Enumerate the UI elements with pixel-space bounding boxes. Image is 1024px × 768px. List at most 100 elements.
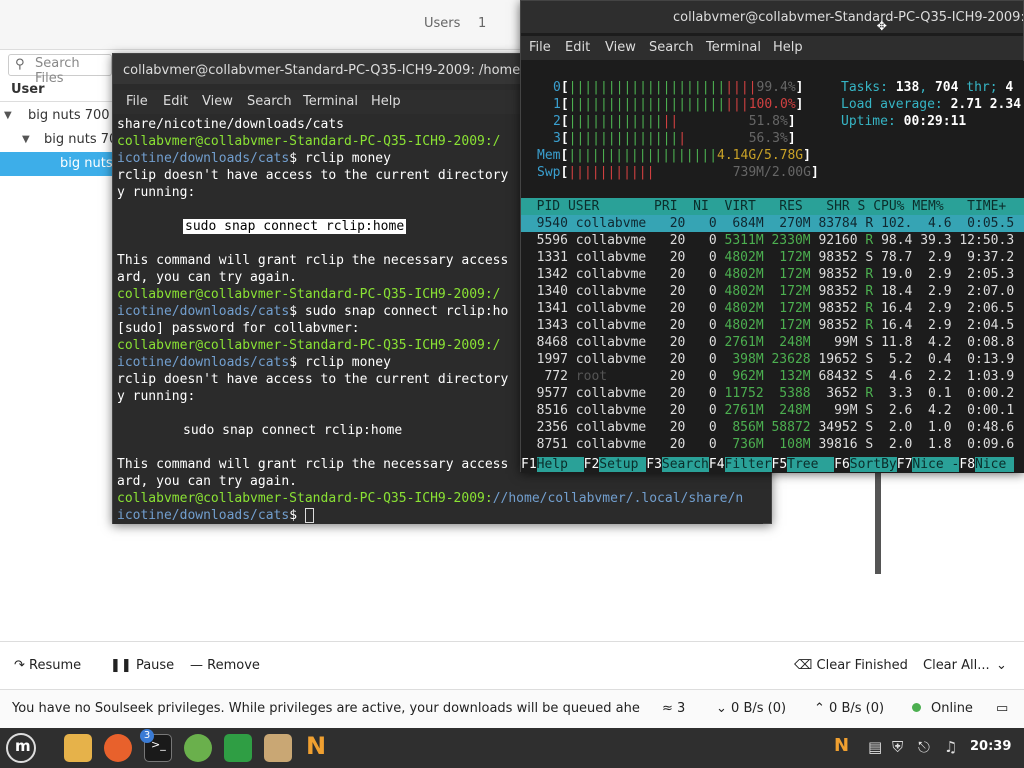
tree-item-folder[interactable]: ▼ big nuts 70 bbox=[0, 128, 112, 152]
tree-item-selected[interactable]: big nuts bbox=[0, 152, 112, 176]
menu-edit[interactable]: Edit bbox=[565, 40, 590, 55]
function-key[interactable]: F5 bbox=[771, 457, 788, 472]
shield-icon[interactable] bbox=[224, 734, 252, 762]
process-user: collabvme bbox=[575, 403, 662, 418]
function-key[interactable]: F2 bbox=[583, 457, 600, 472]
process-mem: 0.1 bbox=[920, 386, 960, 401]
menu-help[interactable]: Help bbox=[773, 40, 803, 55]
resume-button[interactable]: ↷ Resume bbox=[14, 658, 81, 673]
shield-tray-icon[interactable]: ⛨ bbox=[892, 738, 903, 756]
function-key-label[interactable]: Search bbox=[661, 457, 709, 472]
menu-file[interactable]: File bbox=[126, 94, 148, 109]
function-key[interactable]: F1 bbox=[521, 457, 537, 472]
clock[interactable]: 20:39 bbox=[970, 739, 1011, 754]
menu-view[interactable]: View bbox=[605, 40, 636, 55]
terminal-window-htop[interactable]: collabvmer@collabvmer-Standard-PC-Q35-IC… bbox=[520, 0, 1024, 473]
function-key[interactable]: F7 bbox=[896, 457, 913, 472]
menu-search[interactable]: Search bbox=[649, 40, 694, 55]
menu-view[interactable]: View bbox=[202, 94, 233, 109]
clipboard-icon[interactable]: ▤ bbox=[868, 738, 882, 756]
process-row[interactable]: 8751 collabvme 20 0 736M 108M 39816 S 2.… bbox=[521, 436, 1024, 453]
htop-view[interactable]: 0[||||||||||||||||||||||||99.4%] 1[|||||… bbox=[521, 61, 1024, 473]
process-row[interactable]: 8516 collabvme 20 0 2761M 248M 99M S 2.6… bbox=[521, 402, 1024, 419]
function-key[interactable]: F6 bbox=[834, 457, 850, 472]
function-key[interactable]: F4 bbox=[708, 457, 725, 472]
laptop-icon[interactable]: ▭ bbox=[996, 701, 1008, 716]
window-title[interactable]: collabvmer@collabvmer-Standard-PC-Q35-IC… bbox=[521, 1, 1023, 33]
cpu-label: 1 bbox=[553, 97, 561, 112]
process-row[interactable]: 9540 collabvme 20 0 684M 270M 83784 R 10… bbox=[521, 215, 1024, 232]
terminal-prompt-glyph: >_ bbox=[151, 738, 166, 751]
upload-speed[interactable]: ⌃ 0 B/s (0) bbox=[814, 701, 884, 716]
chevron-down-icon[interactable]: ⌄ bbox=[996, 658, 1007, 673]
menu-terminal[interactable]: Terminal bbox=[706, 40, 761, 55]
process-shr: 3652 bbox=[818, 386, 866, 401]
terminal-line: [sudo] password for collabvmer: bbox=[117, 321, 360, 336]
process-row[interactable]: 8468 collabvme 20 0 2761M 248M 99M S 11.… bbox=[521, 334, 1024, 351]
cpu-meter-0: 0[||||||||||||||||||||||||99.4%] bbox=[553, 80, 804, 95]
process-row[interactable]: 1343 collabvme 20 0 4802M 172M 98352 R 1… bbox=[521, 317, 1024, 334]
firefox-icon[interactable] bbox=[104, 734, 132, 762]
function-key-label[interactable]: Help bbox=[536, 457, 584, 472]
process-ni: 0 bbox=[693, 318, 725, 333]
process-table-header[interactable]: PID USER PRI NI VIRT RES SHR S CPU% MEM%… bbox=[521, 198, 1024, 215]
process-pid: 5596 bbox=[521, 233, 576, 248]
function-key-label[interactable]: Tree bbox=[787, 457, 835, 472]
connections-indicator[interactable]: ≈ 3 bbox=[662, 701, 685, 716]
pause-icon: ❚❚ bbox=[110, 658, 132, 673]
threads-label: thr; bbox=[966, 80, 998, 95]
function-key-label[interactable]: Filter bbox=[724, 457, 772, 472]
search-files-input[interactable]: ⚲ Search Files bbox=[8, 54, 112, 86]
function-key[interactable]: F3 bbox=[646, 457, 662, 472]
tree-item-user[interactable]: ▼ big nuts 700 bbox=[0, 104, 112, 128]
tab-users[interactable]: Users bbox=[424, 16, 460, 31]
function-key[interactable]: F8 bbox=[959, 457, 976, 472]
function-key-label[interactable]: Nice - bbox=[912, 457, 960, 472]
process-ni: 0 bbox=[693, 369, 725, 384]
volume-icon[interactable]: ♫ bbox=[944, 738, 957, 756]
process-row[interactable]: 1340 collabvme 20 0 4802M 172M 98352 R 1… bbox=[521, 283, 1024, 300]
process-row[interactable]: 772 root 20 0 962M 132M 68432 S 4.6 2.2 … bbox=[521, 368, 1024, 385]
nicotine-icon[interactable]: N bbox=[304, 732, 332, 762]
process-row[interactable]: 1342 collabvme 20 0 4802M 172M 98352 R 1… bbox=[521, 266, 1024, 283]
menu-help[interactable]: Help bbox=[371, 94, 401, 109]
menu-search[interactable]: Search bbox=[247, 94, 292, 109]
function-key-label[interactable]: Nice bbox=[975, 457, 1015, 472]
chevron-down-icon[interactable]: ▼ bbox=[22, 134, 30, 145]
network-icon[interactable]: ⎋ bbox=[918, 738, 930, 756]
process-row[interactable]: 9577 collabvme 20 0 11752 5388 3652 R 3.… bbox=[521, 385, 1024, 402]
process-row[interactable]: 2356 collabvme 20 0 856M 58872 34952 S 2… bbox=[521, 419, 1024, 436]
files-icon[interactable] bbox=[64, 734, 92, 762]
clear-finished-button[interactable]: ⌫ Clear Finished bbox=[794, 658, 908, 673]
process-time: 2:06.5 bbox=[959, 301, 1015, 316]
process-row[interactable]: 1997 collabvme 20 0 398M 23628 19652 S 5… bbox=[521, 351, 1024, 368]
pause-button[interactable]: ❚❚ Pause bbox=[110, 658, 174, 673]
calculator-icon[interactable] bbox=[184, 734, 212, 762]
process-shr: 99M bbox=[818, 335, 866, 350]
process-row[interactable]: 5596 collabvme 20 0 5311M 2330M 92160 R … bbox=[521, 232, 1024, 249]
uptime-label: Uptime: bbox=[841, 114, 896, 129]
download-speed[interactable]: ⌄ 0 B/s (0) bbox=[716, 701, 786, 716]
process-cpu: 11.8 bbox=[881, 335, 921, 350]
chevron-down-icon[interactable]: ▼ bbox=[4, 110, 12, 121]
clear-all-button[interactable]: Clear All... bbox=[923, 658, 990, 673]
process-row[interactable]: 1331 collabvme 20 0 4802M 172M 98352 S 7… bbox=[521, 249, 1024, 266]
archive-icon[interactable] bbox=[264, 734, 292, 762]
menu-icon[interactable]: m bbox=[6, 733, 36, 763]
process-row[interactable]: 1341 collabvme 20 0 4802M 172M 98352 R 1… bbox=[521, 300, 1024, 317]
menu-terminal[interactable]: Terminal bbox=[303, 94, 358, 109]
function-key-label[interactable]: SortBy bbox=[849, 457, 897, 472]
menu-file[interactable]: File bbox=[529, 40, 551, 55]
process-pid: 8751 bbox=[521, 437, 576, 452]
command-text: $ rclip money bbox=[289, 355, 391, 370]
load-5: 2.34 bbox=[989, 97, 1022, 112]
menu-edit[interactable]: Edit bbox=[163, 94, 188, 109]
process-user: collabvme bbox=[575, 352, 662, 367]
function-key-label[interactable]: Setup bbox=[599, 457, 647, 472]
online-status[interactable]: Online bbox=[912, 701, 973, 716]
user-column-header[interactable]: User bbox=[0, 78, 112, 102]
process-shr: 98352 bbox=[818, 284, 866, 299]
remove-button[interactable]: — Remove bbox=[190, 658, 260, 673]
nicotine-tray-icon[interactable]: N bbox=[834, 735, 849, 756]
process-s: S bbox=[865, 250, 882, 265]
